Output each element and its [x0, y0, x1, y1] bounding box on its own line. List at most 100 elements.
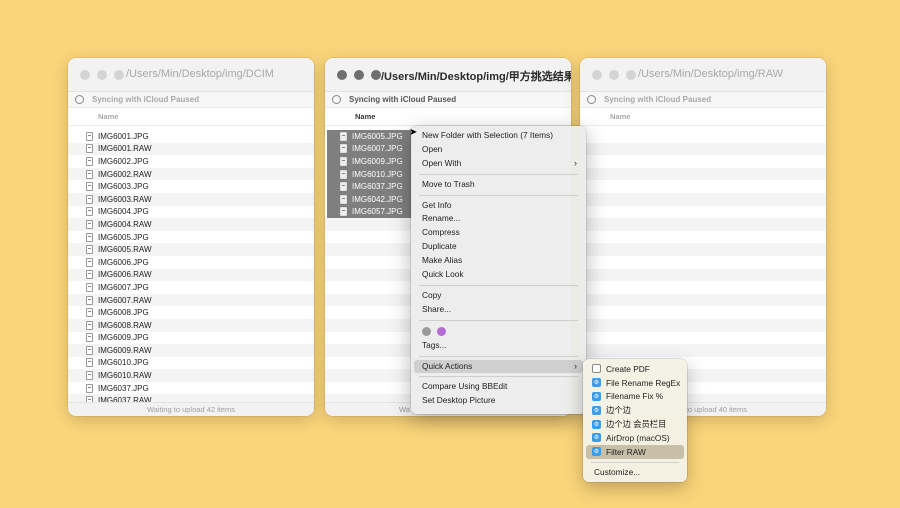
sync-paused-icon: [587, 95, 596, 104]
close-button[interactable]: [592, 70, 602, 80]
window-title: /Users/Min/Desktop/img/甲方挑选结果: [381, 71, 571, 83]
file-row[interactable]: IMG6002.JPG: [68, 155, 314, 168]
file-row[interactable]: IMG6037.RAW: [68, 394, 314, 402]
quick-action-item[interactable]: Customize...: [586, 466, 684, 480]
quick-action-item[interactable]: ⚙ 边个边: [586, 403, 684, 417]
file-name: IMG6001.JPG: [98, 131, 149, 141]
window-title: /Users/Min/Desktop/img/RAW: [638, 68, 784, 80]
file-icon: [340, 207, 347, 217]
automator-icon: ⚙: [592, 447, 601, 457]
quick-action-item[interactable]: ⚙ AirDrop (macOS): [586, 431, 684, 445]
minimize-button[interactable]: [609, 70, 619, 80]
empty-row: [580, 142, 826, 156]
close-button[interactable]: [337, 70, 347, 80]
file-row[interactable]: IMG6001.JPG: [68, 130, 314, 143]
automator-icon: ⚙: [592, 419, 601, 429]
file-row[interactable]: IMG6008.JPG: [68, 306, 314, 319]
file-row[interactable]: IMG6010.JPG: [68, 357, 314, 370]
file-row[interactable]: IMG6005.RAW: [68, 243, 314, 256]
file-row[interactable]: IMG6005.JPG: [327, 130, 413, 143]
file-row[interactable]: IMG6007.RAW: [68, 293, 314, 307]
minimize-button[interactable]: [97, 70, 107, 80]
file-row[interactable]: IMG6037.JPG: [327, 180, 413, 193]
menu-item[interactable]: New Folder with Selection (7 Items): [414, 129, 583, 143]
file-name: IMG6057.JPG: [352, 207, 403, 217]
menu-item[interactable]: Move to Trash: [414, 178, 583, 192]
mouse-cursor-icon: ➤: [409, 127, 418, 138]
file-icon: [86, 333, 93, 343]
menu-item[interactable]: Quick Look: [414, 268, 583, 282]
quick-action-item[interactable]: ⚙ Filter RAW: [586, 444, 684, 459]
menu-item[interactable]: Set Desktop Picture: [414, 394, 583, 408]
tag-color-dot[interactable]: [437, 326, 446, 336]
menu-item[interactable]: Open: [414, 143, 583, 157]
file-list: IMG6001.JPG IMG6001.RAW IMG6002.JPG IMG6002…: [68, 128, 314, 402]
menu-item[interactable]: Compress: [414, 226, 583, 240]
file-row[interactable]: IMG6042.JPG: [327, 192, 413, 206]
status-bar: Waiting to upload 42 items: [68, 402, 314, 416]
file-icon: [86, 169, 93, 179]
menu-item[interactable]: Get Info: [414, 199, 583, 213]
file-row[interactable]: IMG6007.JPG: [68, 281, 314, 294]
menu-item[interactable]: Compare Using BBEdit: [414, 380, 583, 394]
name-column-header[interactable]: Name: [68, 108, 314, 126]
menu-item[interactable]: Share...: [414, 303, 583, 317]
zoom-button[interactable]: [114, 70, 124, 80]
file-row[interactable]: IMG6004.RAW: [68, 218, 314, 231]
sync-status: Syncing with iCloud Paused: [92, 95, 200, 104]
file-name: IMG6007.JPG: [352, 144, 403, 154]
file-row[interactable]: IMG6002.RAW: [68, 167, 314, 181]
minimize-button[interactable]: [354, 70, 364, 80]
file-row[interactable]: IMG6057.JPG: [327, 205, 413, 219]
file-row[interactable]: IMG6003.RAW: [68, 192, 314, 206]
menu-separator: [419, 376, 578, 378]
finder-window-dcim[interactable]: /Users/Min/Desktop/img/DCIM Syncing with…: [68, 58, 314, 416]
quick-action-item[interactable]: ⚙ 边个边 会员栏目: [586, 417, 684, 431]
name-column-header[interactable]: Name: [580, 108, 826, 126]
empty-row: [580, 332, 826, 345]
empty-row: [580, 306, 826, 319]
file-row[interactable]: IMG6009.RAW: [68, 344, 314, 357]
zoom-button[interactable]: [626, 70, 636, 80]
menu-item[interactable]: Duplicate: [414, 240, 583, 254]
quick-action-item[interactable]: ⚙ Filename Fix %: [586, 390, 684, 404]
quick-action-label: Filter RAW: [606, 446, 646, 457]
file-row[interactable]: IMG6009.JPG: [327, 155, 413, 168]
menu-item-label: Quick Actions: [422, 360, 473, 371]
window-titlebar[interactable]: /Users/Min/Desktop/img/甲方挑选结果: [325, 58, 571, 92]
menu-item[interactable]: Rename...: [414, 212, 583, 226]
quick-actions-submenu[interactable]: Create PDF ⚙ File Rename RegEx ⚙ Filename Fi…: [583, 359, 687, 482]
file-row[interactable]: IMG6007.JPG: [327, 142, 413, 156]
file-row[interactable]: IMG6008.RAW: [68, 318, 314, 332]
menu-item[interactable]: Open With ›: [414, 157, 583, 171]
window-titlebar[interactable]: /Users/Min/Desktop/img/DCIM: [68, 58, 314, 92]
menu-item-label: Share...: [422, 303, 452, 314]
context-menu[interactable]: New Folder with Selection (7 Items) Open O…: [411, 126, 586, 414]
file-row[interactable]: IMG6006.RAW: [68, 268, 314, 282]
file-icon: [340, 131, 347, 141]
menu-item[interactable]: Quick Actions ›: [414, 359, 583, 374]
file-row[interactable]: IMG6003.JPG: [68, 180, 314, 193]
window-titlebar[interactable]: /Users/Min/Desktop/img/RAW: [580, 58, 826, 92]
file-row[interactable]: IMG6037.JPG: [68, 382, 314, 395]
file-row[interactable]: IMG6009.JPG: [68, 332, 314, 345]
file-row[interactable]: IMG6004.JPG: [68, 206, 314, 219]
name-column-header[interactable]: Name: [325, 108, 571, 126]
empty-row: [580, 256, 826, 269]
quick-action-item[interactable]: Create PDF: [586, 362, 684, 376]
close-button[interactable]: [80, 70, 90, 80]
menu-item[interactable]: Tags...: [414, 339, 583, 353]
quick-action-item[interactable]: ⚙ File Rename RegEx: [586, 376, 684, 390]
file-icon: [86, 194, 93, 204]
file-row[interactable]: IMG6010.JPG: [327, 167, 413, 181]
menu-item[interactable]: Make Alias: [414, 254, 583, 268]
file-row[interactable]: IMG6005.JPG: [68, 231, 314, 244]
file-icon: [86, 156, 93, 166]
file-row[interactable]: IMG6006.JPG: [68, 256, 314, 269]
file-row[interactable]: IMG6010.RAW: [68, 369, 314, 382]
menu-item[interactable]: Copy: [414, 289, 583, 303]
tag-color-dot[interactable]: [422, 326, 431, 336]
tag-colors: [411, 324, 586, 339]
file-row[interactable]: IMG6001.RAW: [68, 142, 314, 156]
zoom-button[interactable]: [371, 70, 381, 80]
